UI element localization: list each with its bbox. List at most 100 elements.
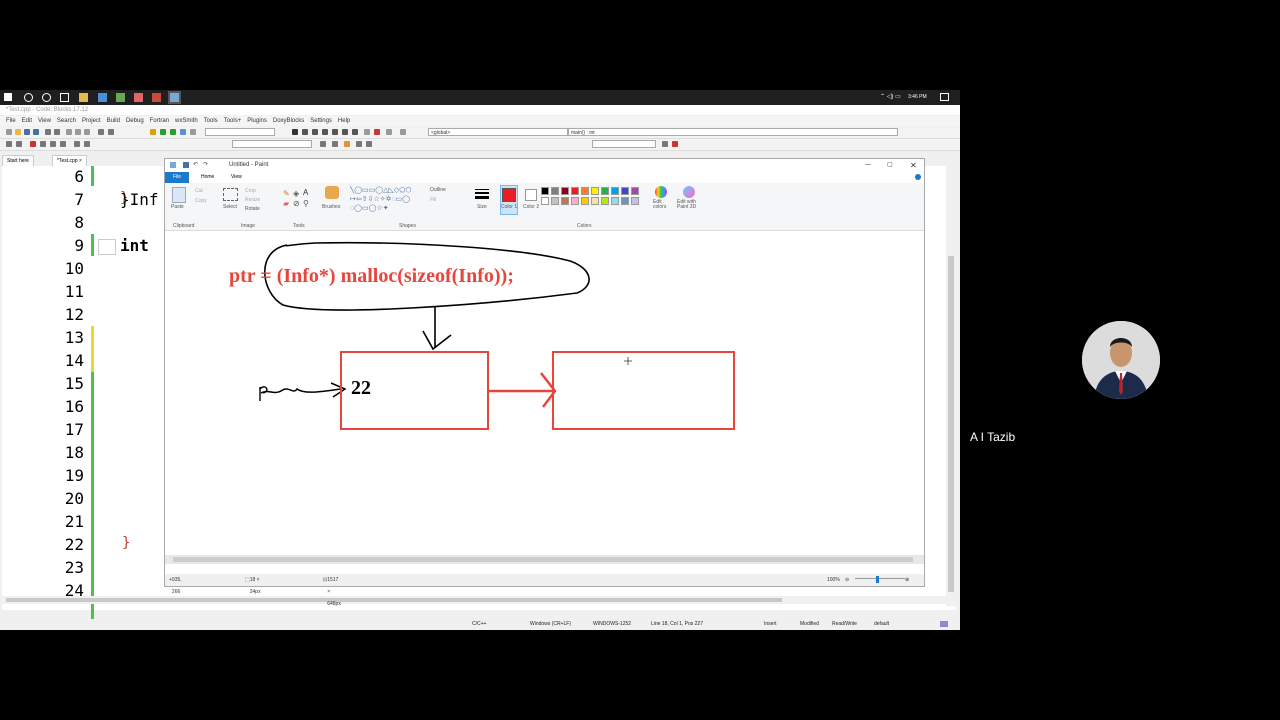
debug-step-icon[interactable] [342, 129, 348, 135]
maximize-icon[interactable]: ▢ [887, 159, 893, 172]
menu-view[interactable]: View [38, 118, 51, 124]
chrome-icon[interactable] [134, 93, 143, 102]
build-run-icon[interactable] [170, 129, 176, 135]
menu-file[interactable]: File [6, 118, 16, 124]
edit-colors-label[interactable]: Edit colors [653, 200, 669, 210]
palette-swatch[interactable] [571, 187, 579, 195]
comment-icon[interactable] [74, 141, 80, 147]
menu-fortran[interactable]: Fortran [150, 118, 169, 124]
close-icon[interactable]: ✕ [910, 159, 917, 172]
palette-swatch[interactable] [541, 197, 549, 205]
debug-icon[interactable] [292, 129, 298, 135]
brushes-label[interactable]: Brushes [322, 204, 340, 210]
paint-icon[interactable] [168, 91, 181, 104]
color-picker-icon[interactable]: ⊘ [293, 199, 300, 208]
copy-icon[interactable] [75, 129, 81, 135]
paint-canvas[interactable]: ptr = (Info*) malloc(sizeof(Info)); 22 [165, 231, 924, 564]
select-icon[interactable] [223, 188, 238, 201]
zoom-out-icon[interactable]: ⊖ [845, 574, 849, 586]
menu-tools-plus[interactable]: Tools+ [224, 118, 242, 124]
palette-swatch[interactable] [631, 187, 639, 195]
bookmark-icon[interactable] [30, 141, 36, 147]
palette-swatch[interactable] [631, 197, 639, 205]
brushes-icon[interactable] [325, 186, 339, 199]
paste-label[interactable]: Paste [171, 204, 184, 210]
palette-swatch[interactable] [581, 187, 589, 195]
paste-icon[interactable] [84, 129, 90, 135]
fill-button[interactable]: Fill [430, 197, 436, 203]
palette-swatch[interactable] [611, 187, 619, 195]
menu-settings[interactable]: Settings [310, 118, 332, 124]
palette-swatch[interactable] [551, 187, 559, 195]
replace-icon[interactable] [108, 129, 114, 135]
palette-swatch[interactable] [621, 187, 629, 195]
task-view-icon[interactable] [60, 93, 69, 102]
highlight-icon[interactable] [344, 141, 350, 147]
paint3d-icon[interactable] [683, 186, 695, 198]
save-icon[interactable] [24, 129, 30, 135]
zoom-in-icon[interactable]: ⊕ [905, 574, 909, 586]
jump-icon[interactable] [332, 141, 338, 147]
palette-swatch[interactable] [581, 197, 589, 205]
bookmark-next-icon[interactable] [50, 141, 56, 147]
jump-icon[interactable] [320, 141, 326, 147]
pencil-icon[interactable]: ✎ [283, 189, 290, 198]
tab-file[interactable]: File [165, 172, 189, 183]
info-icon[interactable] [400, 129, 406, 135]
close-icon[interactable]: × [79, 158, 82, 164]
selection-icon[interactable] [356, 141, 362, 147]
palette-swatch[interactable] [621, 197, 629, 205]
rebuild-icon[interactable] [180, 129, 186, 135]
app-icon[interactable] [98, 93, 107, 102]
debug-step-icon[interactable] [332, 129, 338, 135]
scrollbar-thumb[interactable] [948, 256, 954, 592]
codeblocks-icon[interactable] [152, 93, 161, 102]
magnifier-icon[interactable]: ⚲ [303, 199, 309, 208]
rotate-button[interactable]: Rotate [245, 206, 260, 212]
debug-step-icon[interactable] [302, 129, 308, 135]
palette-swatch[interactable] [591, 187, 599, 195]
palette-swatch[interactable] [611, 197, 619, 205]
menu-tools[interactable]: Tools [204, 118, 218, 124]
menu-edit[interactable]: Edit [22, 118, 32, 124]
cut-icon[interactable] [66, 129, 72, 135]
edit-paint3d-label[interactable]: Edit with Paint 3D [677, 200, 705, 210]
cut-button[interactable]: Cut [195, 188, 203, 194]
undo-icon[interactable]: ↶ [193, 159, 198, 172]
search-icon[interactable] [24, 93, 33, 102]
zoom-slider-track[interactable] [855, 578, 905, 579]
redo-icon[interactable] [54, 129, 60, 135]
debug-windows-icon[interactable] [386, 129, 392, 135]
back-icon[interactable] [6, 141, 12, 147]
palette-swatch[interactable] [591, 197, 599, 205]
size-icon[interactable] [475, 187, 489, 200]
minimize-icon[interactable]: — [865, 159, 871, 172]
build-icon[interactable] [150, 129, 156, 135]
color1-label[interactable]: Color 1 [501, 204, 517, 210]
shapes-gallery[interactable]: ╲◯▭▭◯△◺◇⬠⬡ ↦⇦⇧⇩☆✧✡◌▭◯ ◌◯▭◯☆✦ [350, 186, 422, 215]
zoom-slider-thumb[interactable] [876, 576, 879, 583]
save-icon[interactable] [183, 162, 189, 168]
bookmark-clear-icon[interactable] [60, 141, 66, 147]
match-icon[interactable] [366, 141, 372, 147]
stop-icon[interactable] [374, 129, 380, 135]
undo-icon[interactable] [45, 129, 51, 135]
search-combo[interactable] [592, 140, 656, 148]
tab-home[interactable]: Home [201, 172, 214, 183]
scope-combo[interactable]: <global> [428, 128, 568, 136]
menu-debug[interactable]: Debug [126, 118, 144, 124]
palette-swatch[interactable] [561, 197, 569, 205]
build-target-combo[interactable] [205, 128, 275, 136]
menu-wxsmith[interactable]: wxSmith [175, 118, 198, 124]
tab-view[interactable]: View [231, 172, 242, 183]
cortana-icon[interactable] [42, 93, 51, 102]
scrollbar-thumb[interactable] [6, 598, 782, 602]
notification-icon[interactable] [940, 93, 949, 101]
debug-step-icon[interactable] [352, 129, 358, 135]
fold-marker[interactable] [98, 239, 116, 255]
color1-selector[interactable] [500, 185, 518, 215]
edit-colors-icon[interactable] [655, 186, 667, 198]
paste-icon[interactable] [172, 187, 186, 203]
eraser-icon[interactable]: ▰ [283, 199, 289, 208]
size-label[interactable]: Size [477, 204, 487, 210]
